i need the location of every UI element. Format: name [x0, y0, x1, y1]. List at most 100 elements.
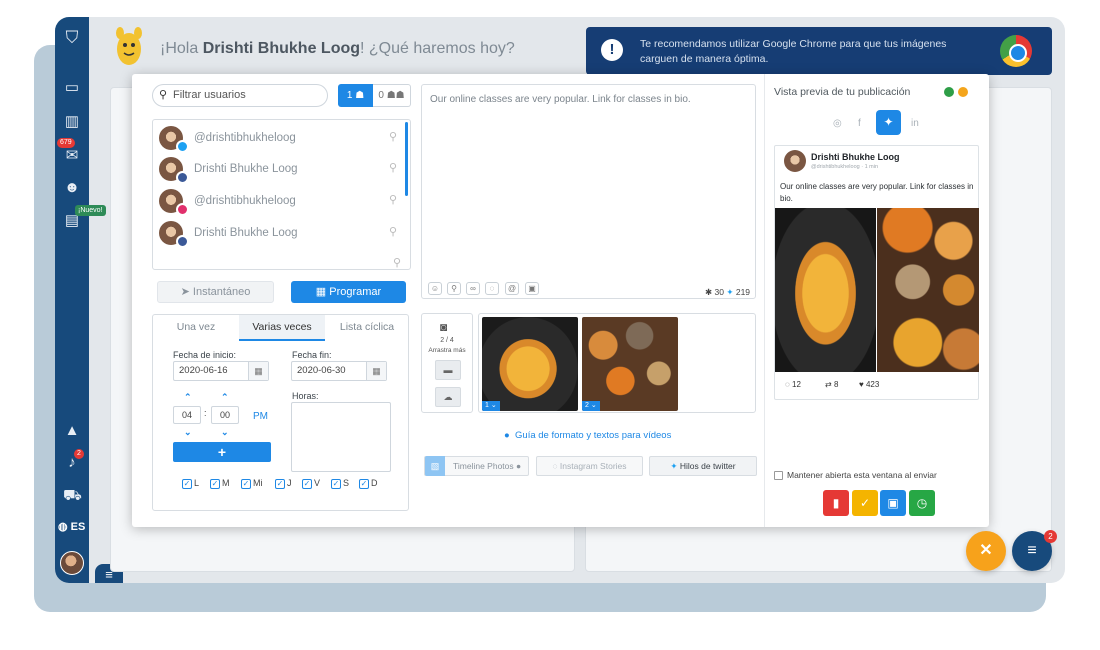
minute-down-icon[interactable]: ⌄ — [221, 427, 229, 438]
group-count: 0 — [378, 90, 384, 101]
book-icon[interactable]: ▣ — [525, 282, 539, 295]
day-checkbox[interactable]: ✓ L — [182, 478, 199, 489]
cloud-icon[interactable]: ☁ — [435, 387, 461, 407]
add-hour-button[interactable]: + — [173, 442, 271, 462]
messages-icon[interactable]: ✉ — [63, 147, 81, 165]
pin-icon[interactable]: ⚲ — [393, 256, 401, 269]
search-icon: ⚲ — [159, 89, 168, 101]
start-date-value: 2020-06-16 — [179, 365, 228, 376]
camera-icon[interactable]: ◙ — [440, 320, 447, 334]
thumbnail-number[interactable]: 1 ⌄ — [482, 401, 500, 411]
single-user-toggle[interactable]: 1 ☗ — [338, 84, 373, 107]
instagram-icon[interactable]: ◎ — [833, 118, 842, 129]
account-item[interactable]: Drishti Bhukhe Loog ⚲ — [159, 155, 399, 185]
approve-button[interactable]: ✓ — [852, 490, 878, 516]
media-thumbnails: 1 ⌄ 2 ⌄ — [478, 313, 756, 413]
hour-up-icon[interactable]: ⌃ — [184, 392, 192, 403]
account-name: Drishti Bhukhe Loog — [194, 227, 298, 239]
tab-cyclic-list[interactable]: Lista cíclica — [325, 315, 409, 341]
day-label: S — [343, 478, 350, 488]
likes-count: 423 — [865, 380, 880, 389]
pin-icon[interactable]: ⚲ — [389, 193, 397, 206]
comment-icon[interactable]: ◌ — [485, 282, 499, 295]
retweets-count: 8 — [833, 380, 839, 389]
greeting-suffix: ! ¿Qué haremos hoy? — [360, 40, 515, 57]
ampm-toggle[interactable]: PM — [253, 411, 268, 422]
thumbnail-number[interactable]: 2 ⌄ — [582, 401, 600, 411]
delete-button[interactable]: ▮ — [823, 490, 849, 516]
logo-icon[interactable]: ⛉ — [63, 29, 81, 47]
greeting-user-name: Drishti Bhukhe Loog — [202, 40, 361, 57]
warning-icon[interactable]: ▲ — [63, 422, 81, 440]
tab-multiple[interactable]: Varias veces — [239, 315, 325, 341]
account-item[interactable]: Drishti Bhukhe Loog ⚲ — [159, 219, 399, 249]
folder-icon[interactable]: ▬ — [435, 360, 461, 380]
tab-once[interactable]: Una vez — [153, 315, 239, 341]
calendar-icon[interactable]: ▦ — [248, 362, 268, 380]
start-date-input[interactable]: 2020-06-16 ▦ — [173, 361, 269, 381]
pin-icon[interactable]: ⚲ — [389, 161, 397, 174]
account-item[interactable]: @drishtibhukheloog ⚲ — [159, 187, 399, 217]
account-list-scrollbar[interactable] — [405, 122, 408, 196]
reply-icon: ◌ — [785, 380, 790, 389]
end-date-input[interactable]: 2020-06-30 ▦ — [291, 361, 387, 381]
mention-icon[interactable]: @ — [505, 282, 519, 295]
compose-textarea[interactable]: Our online classes are very popular. Lin… — [421, 84, 756, 299]
pin-icon[interactable]: ⚲ — [389, 225, 397, 238]
calendar-icon[interactable]: ▦ — [366, 362, 386, 380]
emoji-icon[interactable]: ☺ — [428, 282, 442, 295]
language-selector[interactable]: ◍ ES — [58, 520, 85, 533]
likes-stat: ♥ 423 — [859, 380, 879, 389]
media-thumbnail[interactable]: 1 ⌄ — [482, 317, 578, 411]
instant-button[interactable]: ➤ Instantáneo — [157, 281, 274, 303]
location-icon[interactable]: ⚲ — [447, 282, 461, 295]
schedule-button[interactable]: ◷ — [909, 490, 935, 516]
account-name: @drishtibhukheloog — [194, 132, 296, 144]
link-icon[interactable]: ∞ — [466, 282, 480, 295]
save-button[interactable]: ▣ — [880, 490, 906, 516]
post-preview-card: Drishti Bhukhe Loog @drishtibhukheloog ·… — [774, 145, 979, 400]
stats-icon[interactable]: ▥ — [63, 113, 81, 131]
monitor-icon[interactable]: ▭ — [63, 79, 81, 97]
close-fab[interactable]: ✕ — [966, 531, 1006, 571]
group-toggle[interactable]: 0 ☗☗ — [373, 84, 411, 107]
cart-icon[interactable]: ⛟ — [63, 487, 82, 505]
avatar[interactable] — [60, 551, 84, 575]
format-guide-link[interactable]: ● Guía de formato y textos para vídeos — [504, 430, 671, 441]
minute-up-icon[interactable]: ⌃ — [221, 392, 229, 403]
user-filter-input[interactable]: ⚲ Filtrar usuarios — [152, 84, 328, 107]
twitter-threads-button[interactable]: ✦ Hilos de twitter — [649, 456, 757, 476]
account-item[interactable]: @drishtibhukheloog ⚲ — [159, 124, 399, 154]
day-checkbox[interactable]: ✓ J — [275, 478, 292, 489]
minute-input[interactable]: 00 — [211, 406, 239, 424]
hour-down-icon[interactable]: ⌄ — [184, 427, 192, 438]
hour-input[interactable]: 04 — [173, 406, 201, 424]
instagram-stories-button[interactable]: ◌ Instagram Stories — [536, 456, 643, 476]
day-checkbox[interactable]: ✓ V — [302, 478, 320, 489]
day-checkbox[interactable]: ✓ S — [331, 478, 349, 489]
checkbox[interactable] — [774, 471, 783, 481]
settings-icon: ✱ — [705, 287, 713, 297]
photos-icon: ▧ — [425, 456, 445, 476]
chrome-logo-icon[interactable] — [1000, 35, 1032, 67]
facebook-icon[interactable]: f — [858, 118, 861, 129]
day-checkbox[interactable]: ✓ Mi — [241, 478, 263, 489]
day-checkbox[interactable]: ✓ M — [210, 478, 230, 489]
hours-list[interactable] — [291, 402, 391, 472]
timeline-photos-button[interactable]: ▧ Timeline Photos ● — [424, 456, 529, 476]
group-icon: ☗☗ — [386, 90, 405, 101]
close-icon[interactable] — [958, 87, 968, 97]
language-label: ES — [70, 521, 86, 533]
users-icon[interactable]: ☻ — [63, 179, 81, 197]
program-button[interactable]: ▦ Programar — [291, 281, 406, 303]
pin-icon[interactable]: ⚲ — [389, 130, 397, 143]
twitter-icon[interactable]: ✦ — [876, 110, 901, 135]
keep-open-checkbox[interactable]: Mantener abierta esta ventana al enviar — [774, 470, 937, 481]
day-checkbox[interactable]: ✓ D — [359, 478, 378, 489]
day-label: L — [194, 478, 200, 488]
retweet-icon: ⇄ — [825, 380, 832, 389]
minimize-icon[interactable] — [944, 87, 954, 97]
counter-left: 30 — [714, 287, 724, 297]
linkedin-icon[interactable]: in — [911, 118, 919, 129]
media-thumbnail[interactable]: 2 ⌄ — [582, 317, 678, 411]
